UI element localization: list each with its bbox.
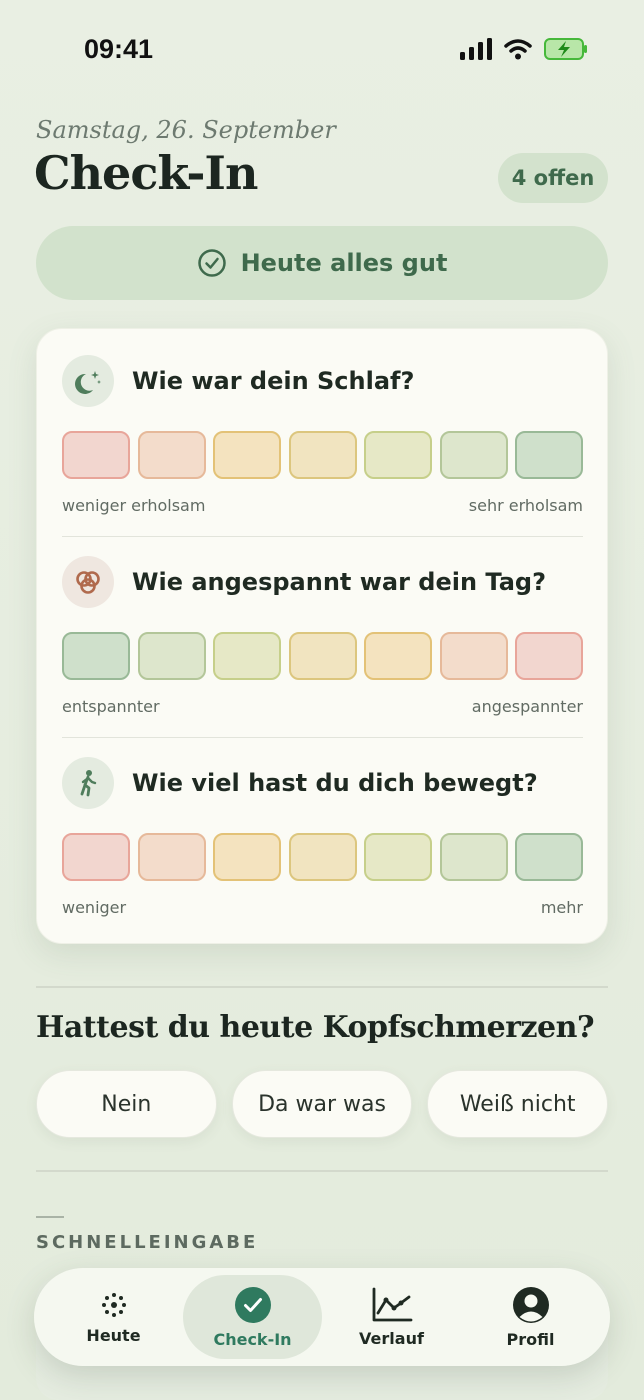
status-time: 09:41 [84, 34, 154, 64]
scale-high-label: angespannter [471, 697, 583, 716]
scale-labels: weniger erholsam sehr erholsam [62, 496, 583, 515]
quick-entry-rule [36, 1216, 64, 1218]
status-icons [460, 38, 588, 60]
rating-option-6[interactable] [439, 632, 508, 680]
rating-option-5[interactable] [364, 833, 432, 881]
rating-option-2[interactable] [137, 632, 206, 680]
question-title: Wie war dein Schlaf? [132, 367, 415, 395]
tab-profil[interactable]: Profil [461, 1275, 600, 1359]
rating-option-3[interactable] [213, 833, 281, 881]
signal-icon [460, 38, 492, 60]
rating-option-7[interactable] [515, 833, 583, 881]
rating-scale [62, 632, 583, 680]
rating-option-2[interactable] [137, 431, 206, 479]
option-no[interactable]: Nein [36, 1070, 217, 1138]
rating-option-4[interactable] [288, 833, 357, 881]
option-something[interactable]: Da war was [231, 1070, 413, 1138]
tab-label: Verlauf [359, 1328, 424, 1348]
divider [62, 536, 583, 537]
section-divider [36, 986, 608, 988]
question-title: Wie angespannt war dein Tag? [132, 568, 546, 596]
option-dont-know[interactable]: Weiß nicht [427, 1070, 609, 1138]
scale-labels: entspannter angespannter [62, 697, 583, 716]
headache-options: Nein Da war was Weiß nicht [36, 1070, 609, 1138]
wifi-icon [504, 39, 532, 60]
section-divider [36, 1170, 608, 1172]
rating-option-4[interactable] [288, 431, 357, 479]
scale-high-label: mehr [540, 898, 583, 917]
scale-high-label: sehr erholsam [468, 496, 583, 515]
divider [62, 737, 583, 738]
tab-label: Check-In [213, 1329, 292, 1349]
rating-option-5[interactable] [364, 431, 432, 479]
date-subtitle: Samstag, 26. September [36, 116, 336, 144]
rating-option-6[interactable] [439, 431, 508, 479]
tab-verlauf[interactable]: Verlauf [322, 1275, 461, 1359]
question-sleep: Wie war dein Schlaf? weniger erholsam se… [62, 355, 583, 525]
all-good-button[interactable]: Heute alles gut [36, 226, 608, 300]
rating-option-3[interactable] [213, 632, 281, 680]
battery-charging-icon [544, 38, 587, 60]
rating-scale [62, 431, 583, 479]
page-title: Check-In [34, 146, 258, 200]
question-movement: Wie viel hast du dich bewegt? weniger me… [62, 757, 583, 927]
rating-option-4[interactable] [288, 632, 357, 680]
rating-scale [62, 833, 583, 881]
tab-bar: Heute Check-In Verlauf Profil [34, 1268, 610, 1366]
tab-check-in[interactable]: Check-In [183, 1275, 322, 1359]
check-circle-icon [197, 249, 226, 277]
scale-labels: weniger mehr [62, 898, 583, 917]
question-tension: Wie angespannt war dein Tag? entspannter… [62, 556, 583, 726]
rating-option-7[interactable] [515, 632, 583, 680]
check-circle-icon [234, 1286, 271, 1323]
rating-option-7[interactable] [515, 431, 583, 479]
rating-option-3[interactable] [213, 431, 281, 479]
rating-option-1[interactable] [62, 833, 130, 881]
tab-heute[interactable]: Heute [44, 1275, 183, 1359]
tab-label: Profil [506, 1329, 555, 1349]
profile-icon [512, 1286, 549, 1323]
rating-option-2[interactable] [137, 833, 206, 881]
rating-option-5[interactable] [364, 632, 432, 680]
walking-icon [62, 757, 114, 809]
open-count-badge[interactable]: 4 offen [498, 153, 608, 203]
tab-label: Heute [86, 1325, 141, 1345]
all-good-label: Heute alles gut [240, 249, 448, 277]
status-bar: 09:41 [0, 0, 644, 100]
chart-line-icon [372, 1287, 412, 1321]
checkin-card: Wie war dein Schlaf? weniger erholsam se… [36, 328, 608, 944]
rating-option-6[interactable] [439, 833, 508, 881]
dots-circle-icon [101, 1292, 126, 1317]
scale-low-label: weniger [62, 898, 127, 917]
question-title: Wie viel hast du dich bewegt? [132, 769, 538, 797]
scale-low-label: weniger erholsam [62, 496, 206, 515]
quick-entry-label: SCHNELLEINGABE [36, 1232, 259, 1253]
headache-question: Hattest du heute Kopfschmerzen? [36, 1010, 595, 1045]
scale-low-label: entspannter [62, 697, 160, 716]
rating-option-1[interactable] [62, 632, 130, 680]
knot-icon [62, 556, 114, 608]
moon-stars-icon [62, 355, 114, 407]
rating-option-1[interactable] [62, 431, 130, 479]
